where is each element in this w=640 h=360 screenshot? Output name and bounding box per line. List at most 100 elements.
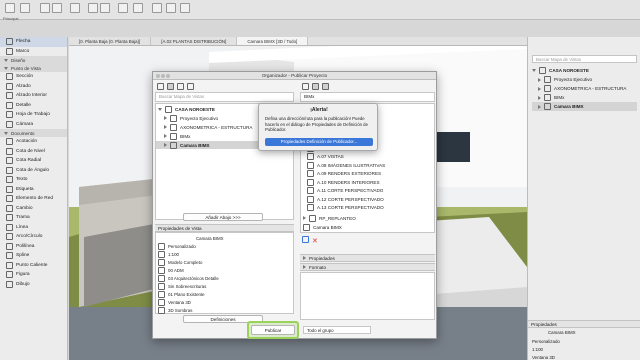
alzado-interior-icon: [6, 92, 13, 100]
publisher-properties-section[interactable]: Propiedades: [300, 254, 435, 262]
tool-polilinea[interactable]: Polilínea: [0, 242, 67, 252]
folder-icon: [544, 85, 551, 92]
toolbar-button[interactable]: [133, 3, 143, 13]
view-prop-name: Camara BIMX: [196, 235, 224, 241]
scope-select[interactable]: Todo el grupo: [303, 326, 371, 334]
tool-cota-de-nivel[interactable]: Cota de Nivel: [0, 147, 67, 157]
publish-button[interactable]: Publicar: [251, 325, 295, 335]
publisher-item[interactable]: A.08 IMÁGENES ILUSTRATIVAS: [307, 161, 385, 169]
toolbar-button[interactable]: [152, 3, 162, 13]
toolbar-button[interactable]: [52, 3, 62, 13]
publisher-set-select[interactable]: BIMx: [300, 92, 435, 102]
tool-marco[interactable]: Marco: [0, 47, 67, 57]
tool-arco-circulo[interactable]: Arco/Círculo: [0, 232, 67, 242]
tool-acotacion[interactable]: Acotación: [0, 137, 67, 147]
tool-detalle[interactable]: Detalle: [0, 101, 67, 111]
tool-seccion[interactable]: Sección: [0, 72, 67, 82]
navigator-item[interactable]: Camara BIMX: [532, 102, 637, 111]
view-prop-row[interactable]: 3D Sombras: [158, 306, 192, 314]
view-prop-row[interactable]: 01 Plano Existente: [158, 290, 205, 298]
publisher-item[interactable]: Camara BIMX: [303, 223, 342, 231]
publisher-details-pane: [300, 272, 435, 320]
publisher-item[interactable]: A.09 RENDERS EXTERIORES: [307, 170, 381, 178]
toolbox-section-documento[interactable]: Documento: [0, 129, 67, 137]
add-below-button[interactable]: Añadir Abajo >>>: [183, 213, 263, 221]
tool-linea[interactable]: Línea: [0, 223, 67, 233]
view-prop-row[interactable]: 1:100: [158, 250, 179, 258]
tab-1[interactable]: [A.02 PLANTAS DISTRIBUCIÓN]: [151, 37, 238, 45]
view-properties-title: Propiedades de Vista: [155, 224, 294, 232]
alert-message: Defina una dirección/ruta para la public…: [265, 116, 368, 132]
left-view-buttons[interactable]: [157, 83, 197, 92]
toolbox-section-diseno[interactable]: Diseño: [0, 56, 67, 64]
tool-spline[interactable]: Spline: [0, 251, 67, 261]
view-prop-row[interactable]: 03 Arquitectónicos Detalle: [158, 274, 219, 282]
navigator-item[interactable]: AXONOMETRICA - ESTRUCTURA: [532, 84, 637, 93]
folder-icon: [544, 103, 551, 110]
tool-label: Marco: [16, 48, 30, 54]
toolbar-button[interactable]: [40, 3, 50, 13]
right-view-buttons[interactable]: [302, 83, 332, 92]
view-prop-row[interactable]: Sin Sobreescrituras: [158, 282, 206, 290]
tool-flecha[interactable]: Flecha: [0, 37, 67, 47]
organizer-search-input[interactable]: Buscar Mapa de Vistas: [155, 92, 294, 102]
tool-texto[interactable]: Texto: [0, 175, 67, 185]
navigator-item[interactable]: Proyecto Ejecutivo: [532, 75, 637, 84]
tool-cambio[interactable]: Cambio: [0, 204, 67, 214]
toolbar-button[interactable]: [100, 3, 110, 13]
tool-alzado-interior[interactable]: Alzado Interior: [0, 91, 67, 101]
toolbar-button[interactable]: [5, 3, 15, 13]
publisher-folder[interactable]: RP_REPLANTEO: [303, 214, 356, 222]
publisher-item[interactable]: A.12 CORTE PERSPECTIVADO: [307, 195, 384, 203]
hoja-de-trabajo-icon: [6, 111, 13, 119]
elemento-de-red-icon: [6, 195, 13, 203]
toolbox-section-punto-de-vista[interactable]: Punto de Vista: [0, 64, 67, 72]
property-icon: [158, 258, 165, 266]
toolbar-button[interactable]: [20, 3, 30, 13]
folder-icon: [170, 123, 177, 131]
right-pane-tools[interactable]: ✕: [302, 236, 318, 245]
toolbox: Flecha Marco Diseño Punto de Vista Sección Al…: [0, 37, 68, 360]
tool-dibujo[interactable]: Dibujo: [0, 280, 67, 290]
toolbar-button[interactable]: [166, 3, 176, 13]
tab-2[interactable]: Camara BIMX [3D / Todo]: [237, 37, 309, 45]
publisher-item[interactable]: A.11 CORTE PERSPECTIVADO: [307, 187, 383, 195]
tool-camara[interactable]: Cámara: [0, 120, 67, 130]
view-prop-row[interactable]: Ventana 3D: [158, 298, 191, 306]
tool-label: Flecha: [16, 39, 31, 45]
view-prop-row[interactable]: Personalizado: [158, 242, 196, 250]
tab-0[interactable]: [0. Planta Baja (0. Planta Baja)]: [69, 37, 152, 45]
navigator-search-input[interactable]: Buscar Mapa de Vistas: [532, 55, 637, 63]
publisher-item[interactable]: A.13 CORTE PERSPECTIVADO: [307, 204, 384, 212]
folder-icon: [170, 114, 177, 122]
publisher-item[interactable]: A.10 RENDERS INTERIORES: [307, 178, 380, 186]
navigator-item[interactable]: CASA NOROESTE: [532, 66, 637, 75]
toolbar-button[interactable]: [118, 3, 128, 13]
toolbar-button[interactable]: [70, 3, 80, 13]
toolbar-button[interactable]: [180, 3, 190, 13]
tool-punto-caliente[interactable]: Punto Caliente: [0, 261, 67, 271]
publisher-item[interactable]: A.07 VISTAS: [307, 153, 344, 161]
marquee-icon: [6, 47, 13, 55]
tool-cota-de-angulo[interactable]: Cota de Ángulo: [0, 166, 67, 176]
tool-trama[interactable]: Trama: [0, 213, 67, 223]
window-controls[interactable]: [156, 74, 171, 80]
tool-alzado[interactable]: Alzado: [0, 82, 67, 92]
tool-figura[interactable]: Figura: [0, 270, 67, 280]
pdf-icon: [307, 187, 314, 194]
tool-elemento-de-red[interactable]: Elemento de Red: [0, 194, 67, 204]
tool-etiqueta[interactable]: Etiqueta: [0, 185, 67, 195]
publisher-definition-button[interactable]: Propiedades Definición de Publicador...: [265, 138, 373, 146]
pdf-icon: [307, 153, 314, 160]
view-prop-row[interactable]: Modelo Completo: [158, 258, 202, 266]
tool-hoja-de-trabajo[interactable]: Hoja de Trabajo: [0, 110, 67, 120]
navigator-prop-name: Camara BIMX: [548, 329, 576, 335]
toolbar-button[interactable]: [88, 3, 98, 13]
view-prop-row[interactable]: 00 ADM: [158, 266, 184, 274]
navigator-item[interactable]: BIMx: [532, 93, 637, 102]
figura-icon: [6, 271, 13, 279]
cota-de-angulo-icon: [6, 166, 13, 174]
tool-cota-radial[interactable]: Cota Radial: [0, 156, 67, 166]
property-icon: [158, 282, 165, 290]
publisher-format-section[interactable]: Formato: [300, 263, 435, 271]
